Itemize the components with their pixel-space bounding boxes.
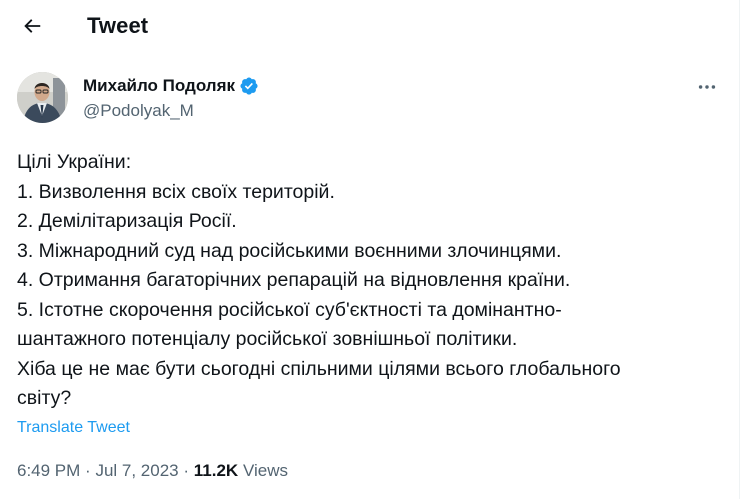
more-options-button[interactable] <box>692 74 722 100</box>
tweet-line: Хіба це не має бути сьогодні спільними ц… <box>17 357 621 380</box>
tweet-line: шантажного потенціалу російської зовнішн… <box>17 328 518 350</box>
verified-badge-icon <box>240 77 258 95</box>
tweet-line: світу? <box>17 387 72 409</box>
avatar[interactable] <box>17 72 68 123</box>
tweet-text: Цілі України: 1. Визволення всіх своїх т… <box>17 148 717 414</box>
tweet-date[interactable]: Jul 7, 2023 <box>95 461 178 480</box>
translate-tweet-link[interactable]: Translate Tweet <box>17 419 130 437</box>
meta-separator: · <box>183 461 190 480</box>
tweet-time[interactable]: 6:49 PM <box>17 461 80 480</box>
tweet-line: 5. Істотне скорочення російської суб'єкт… <box>17 298 562 321</box>
tweet-line: 3. Міжнародний суд над російськими воєнн… <box>17 239 562 262</box>
more-horizontal-icon <box>698 85 716 89</box>
views-count: 11.2K <box>193 461 239 480</box>
arrow-left-icon <box>24 19 41 33</box>
author-handle[interactable]: @Podolyak_M <box>83 101 194 121</box>
tweet-line: 2. Демілітаризація Росії. <box>17 210 237 232</box>
views-label: Views <box>242 461 288 480</box>
page-title: Tweet <box>87 13 149 38</box>
avatar-image <box>17 72 68 123</box>
tweet-line: 4. Отримання багаторічних репарацій на в… <box>17 269 571 291</box>
tweet-line: 1. Визволення всіх своїх територій. <box>17 180 335 203</box>
tweet-meta: 6:49 PM · Jul 7, 2023 · 11.2K Views <box>17 461 288 481</box>
tweet-line: Цілі України: <box>17 151 132 173</box>
header-bar: Tweet <box>0 0 739 52</box>
meta-separator: · <box>85 461 91 480</box>
author-name-row[interactable]: Михайло Подоляк <box>83 76 259 96</box>
back-button[interactable] <box>14 8 50 44</box>
author-name: Михайло Подоляк <box>83 76 236 95</box>
